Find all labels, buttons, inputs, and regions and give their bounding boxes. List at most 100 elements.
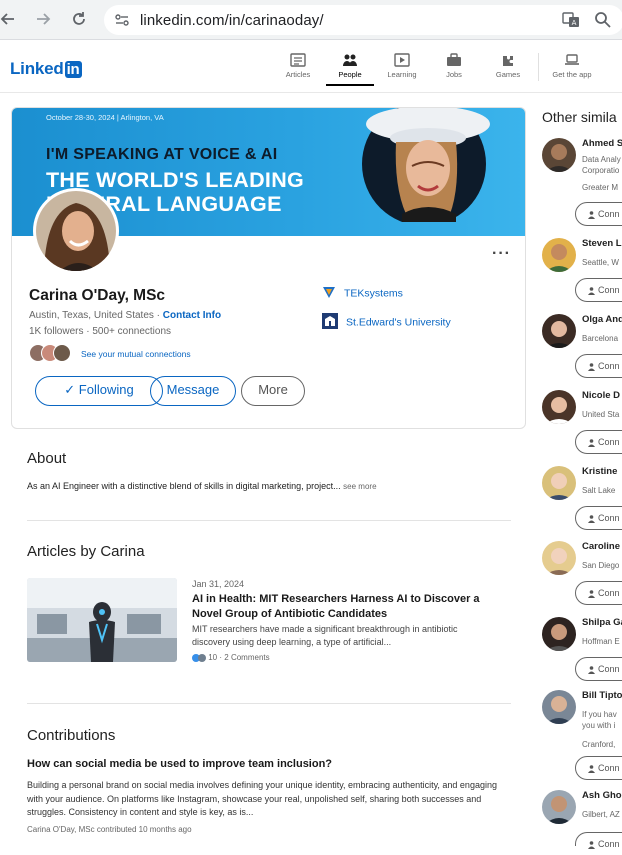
add-person-icon xyxy=(588,514,595,523)
profile-stats: 1K followers · 500+ connections xyxy=(29,326,172,337)
add-person-icon xyxy=(588,438,595,447)
avatar xyxy=(542,138,576,172)
profile-location-row: Austin, Texas, United States · Contact I… xyxy=(29,310,222,321)
more-button[interactable]: More xyxy=(241,376,305,406)
reaction-count[interactable]: 10 xyxy=(208,653,217,662)
followers-count: 1K followers xyxy=(29,326,84,337)
add-person-icon xyxy=(588,665,595,674)
forward-icon[interactable] xyxy=(33,10,53,30)
article-date: Jan 31, 2024 xyxy=(192,579,245,589)
avatar xyxy=(542,466,576,500)
laptop-icon xyxy=(565,54,579,65)
avatar xyxy=(542,617,576,651)
article-stats: 10 · 2 Comments xyxy=(192,653,270,662)
nav-learning[interactable]: Learning xyxy=(376,53,428,79)
avatar xyxy=(542,238,576,272)
connect-button[interactable]: Conn xyxy=(575,506,622,530)
connect-button[interactable]: Conn xyxy=(575,430,622,454)
avatar xyxy=(542,314,576,348)
linkedin-logo[interactable]: Linked in xyxy=(10,59,82,79)
site-info-icon[interactable] xyxy=(114,12,130,28)
similar-profile-name[interactable]: Nicole D xyxy=(582,390,620,401)
games-icon xyxy=(503,56,513,66)
avatar xyxy=(542,541,576,575)
more-options-button[interactable]: ··· xyxy=(492,245,511,263)
add-person-icon xyxy=(588,286,595,295)
add-person-icon xyxy=(588,589,595,598)
similar-profile-name[interactable]: Caroline xyxy=(582,541,620,552)
about-title: About xyxy=(27,450,67,467)
learning-icon xyxy=(394,53,410,67)
connect-button[interactable]: Conn xyxy=(575,832,622,849)
banner-portrait xyxy=(356,108,492,226)
divider xyxy=(27,520,511,521)
add-person-icon xyxy=(588,764,595,773)
st-edwards-logo xyxy=(322,313,338,332)
see-more-link[interactable]: see more xyxy=(343,482,376,491)
reload-icon[interactable] xyxy=(69,10,89,30)
comment-count[interactable]: 2 Comments xyxy=(224,653,269,662)
banner-headline-1: I'M SPEAKING AT VOICE & AI xyxy=(46,146,278,163)
message-button[interactable]: Message xyxy=(150,376,236,406)
mutual-avatar xyxy=(53,344,71,362)
profile-name: Carina O'Day, MSc xyxy=(29,287,166,304)
about-text: As an AI Engineer with a distinctive ble… xyxy=(27,481,377,491)
add-person-icon xyxy=(588,210,595,219)
contribution-meta: Carina O'Day, MSc contributed 10 months … xyxy=(27,825,192,834)
browser-toolbar: linkedin.com/in/carinaoday/ A xyxy=(0,0,622,40)
connect-button[interactable]: Conn xyxy=(575,202,622,226)
article-excerpt: MIT researchers have made a significant … xyxy=(192,624,458,647)
connections-count: 500+ connections xyxy=(92,326,172,337)
contact-info-link[interactable]: Contact Info xyxy=(163,310,221,321)
avatar xyxy=(542,690,576,724)
connect-button[interactable]: Conn xyxy=(575,354,622,378)
similar-profile-name[interactable]: Shilpa Ga xyxy=(582,617,622,628)
connect-button[interactable]: Conn xyxy=(575,756,622,780)
company-st-edwards[interactable]: St.Edward's University xyxy=(322,313,451,332)
nav-articles[interactable]: Articles xyxy=(272,53,324,79)
similar-profiles-title: Other simila xyxy=(542,109,617,125)
teksystems-logo xyxy=(322,285,336,302)
back-icon[interactable] xyxy=(0,10,18,30)
article-thumbnail[interactable] xyxy=(27,578,177,662)
svg-text:A: A xyxy=(572,19,577,27)
nav-jobs[interactable]: Jobs xyxy=(428,53,480,79)
connect-button[interactable]: Conn xyxy=(575,657,622,681)
linkedin-header: Linked in Articles People Learning Jobs G… xyxy=(0,41,622,93)
people-icon xyxy=(343,54,357,66)
zoom-icon[interactable] xyxy=(594,11,612,29)
translate-icon[interactable]: A xyxy=(562,11,580,29)
address-bar[interactable]: linkedin.com/in/carinaoday/ A xyxy=(104,5,622,35)
profile-card: October 28-30, 2024 | Arlington, VA I'M … xyxy=(11,107,526,429)
contribution-question[interactable]: How can social media be used to improve … xyxy=(27,758,332,770)
nav-games[interactable]: Games xyxy=(482,53,534,79)
nav-get-app[interactable]: Get the app xyxy=(546,53,598,79)
add-person-icon xyxy=(588,362,595,371)
avatar xyxy=(542,790,576,824)
mutual-connections-link[interactable]: See your mutual connections xyxy=(81,349,191,359)
profile-location: Austin, Texas, United States xyxy=(29,310,154,321)
company-teksystems[interactable]: TEKsystems xyxy=(322,285,403,302)
similar-profile-name[interactable]: Olga And xyxy=(582,314,622,325)
check-icon: ✓ xyxy=(64,382,79,397)
profile-avatar[interactable] xyxy=(33,188,119,274)
similar-profile-name[interactable]: Bill Tipto xyxy=(582,690,622,701)
similar-profile-name[interactable]: Ash Gho xyxy=(582,790,622,801)
support-reaction-icon xyxy=(198,653,206,662)
nav-divider xyxy=(538,53,539,81)
jobs-icon xyxy=(447,53,461,66)
banner-date: October 28-30, 2024 | Arlington, VA xyxy=(46,113,164,122)
article-title[interactable]: AI in Health: MIT Researchers Harness AI… xyxy=(192,592,512,622)
following-button[interactable]: ✓ Following xyxy=(35,376,163,406)
avatar xyxy=(542,390,576,424)
similar-profile-name[interactable]: Kristine xyxy=(582,466,617,477)
similar-profile-name[interactable]: Ahmed S xyxy=(582,138,622,149)
connect-button[interactable]: Conn xyxy=(575,278,622,302)
articles-title: Articles by Carina xyxy=(27,543,145,560)
url-text[interactable]: linkedin.com/in/carinaoday/ xyxy=(140,12,324,29)
nav-people[interactable]: People xyxy=(324,53,376,86)
similar-profile-name[interactable]: Steven L xyxy=(582,238,622,249)
contributions-title: Contributions xyxy=(27,727,116,744)
connect-button[interactable]: Conn xyxy=(575,581,622,605)
contribution-body: Building a personal brand on social medi… xyxy=(27,780,497,817)
